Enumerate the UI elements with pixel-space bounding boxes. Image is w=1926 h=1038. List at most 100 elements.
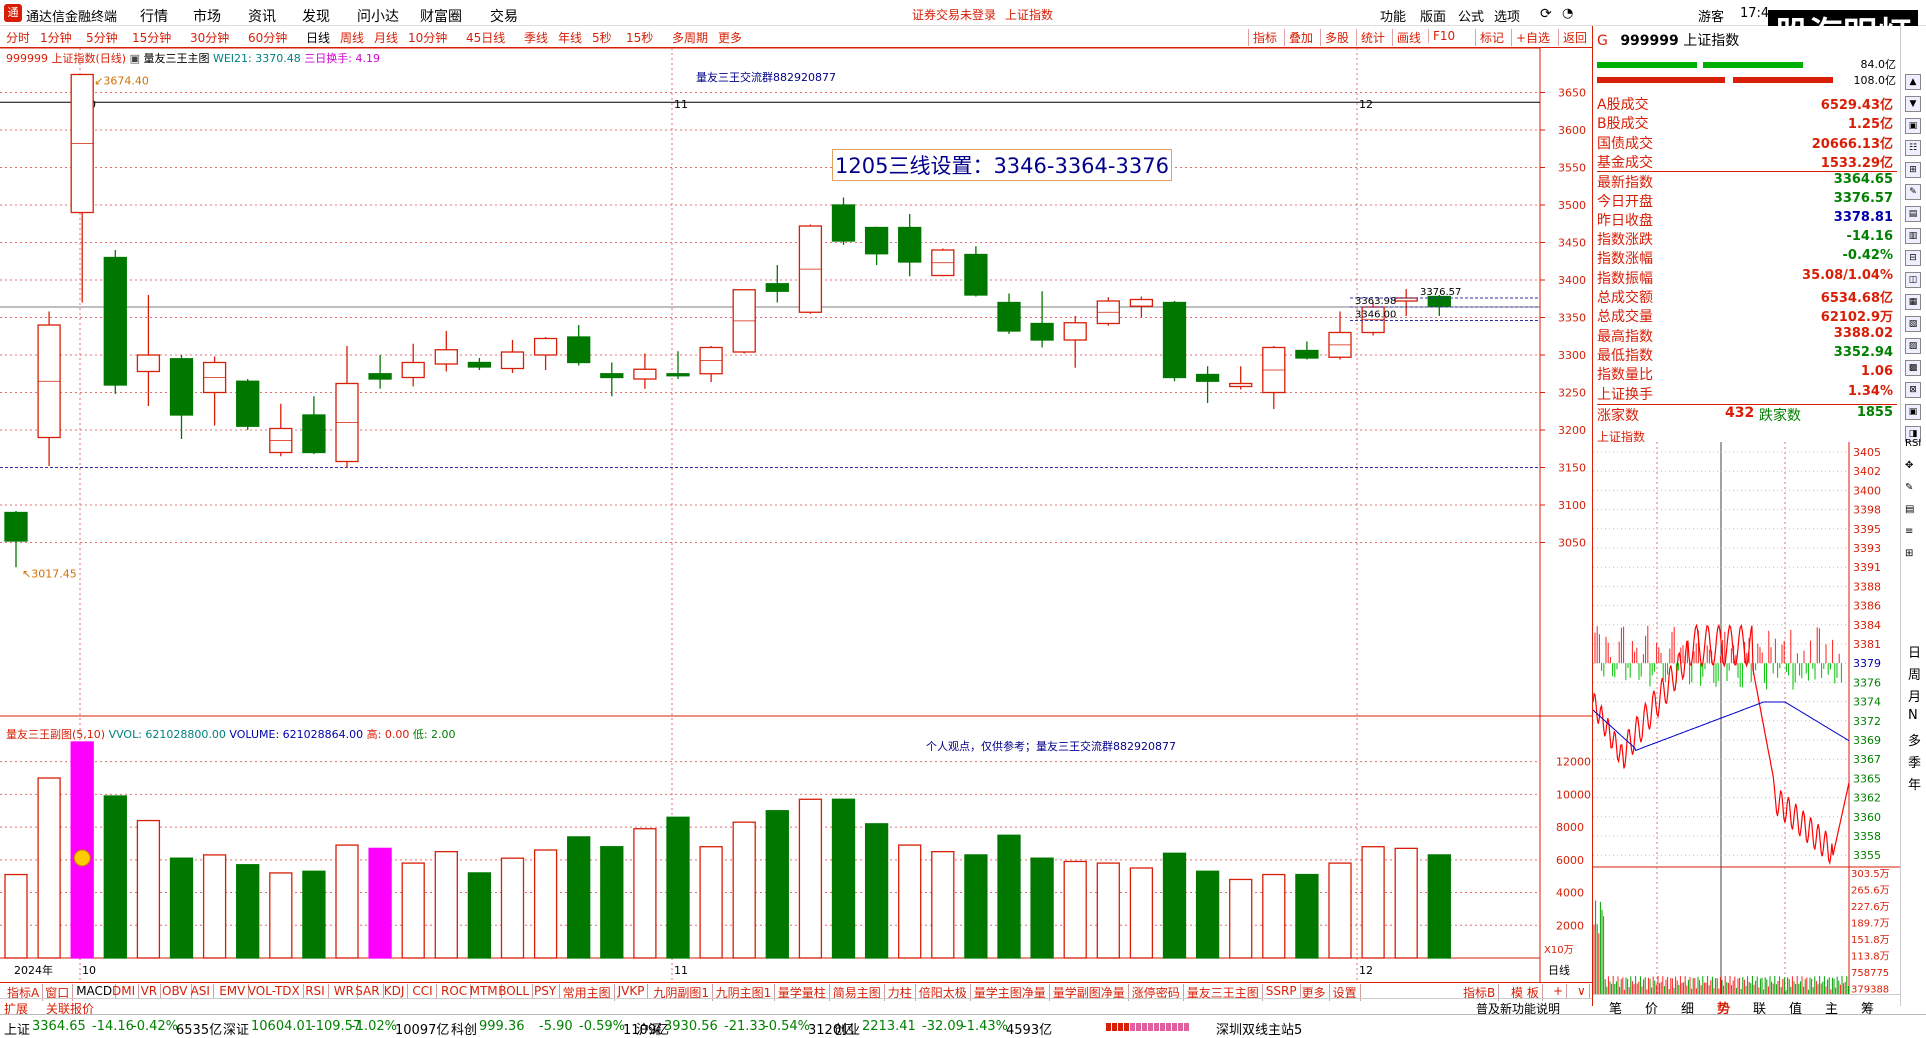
sidebar-tool-icon[interactable]: ▩ [1905, 360, 1921, 376]
tool-5[interactable]: F10 [1428, 29, 1455, 43]
sidebar-tool-icon[interactable]: ▦ [1905, 294, 1921, 310]
period-tab-4[interactable]: 30分钟 [190, 29, 229, 46]
candle-body[interactable] [1197, 375, 1219, 382]
sidebar-tool-icon[interactable]: ✎ [1905, 184, 1921, 200]
indicator-tab-11[interactable]: SAR [352, 984, 383, 998]
sidebar-period-0[interactable]: 日 [1908, 642, 1921, 661]
candle-body[interactable] [1064, 323, 1086, 340]
sidebar-period-2[interactable]: 月 [1908, 686, 1921, 705]
period-tab-6[interactable]: 日线 [306, 29, 330, 46]
sidebar-extra-icon[interactable]: RSI [1905, 438, 1921, 449]
indicator-tab-17[interactable]: PSY [531, 984, 560, 998]
indicator-tab-3[interactable]: DMI [109, 984, 139, 998]
candle-body[interactable] [435, 350, 457, 364]
candle-body[interactable] [965, 255, 987, 296]
top-menu-4[interactable]: 游客 [1698, 6, 1724, 25]
candle-body[interactable] [535, 339, 557, 356]
candle-body[interactable] [237, 381, 259, 426]
period-tab-15[interactable]: 多周期 [672, 29, 708, 46]
period-tab-10[interactable]: 45日线 [466, 29, 505, 46]
top-menu-0[interactable]: 功能 [1380, 6, 1406, 25]
indicator-dropdown-icon[interactable]: ▣ [130, 52, 140, 65]
indicator-tab-9[interactable]: RSI [302, 984, 329, 998]
indicator-tab-8[interactable]: VOL-TDX [245, 984, 304, 998]
period-tab-12[interactable]: 年线 [558, 29, 582, 46]
tool-7[interactable]: +自选 [1511, 29, 1550, 46]
period-tab-11[interactable]: 季线 [524, 29, 548, 46]
sidebar-period-1[interactable]: 周 [1908, 664, 1921, 683]
sidebar-tool-icon[interactable]: ▤ [1905, 206, 1921, 222]
sidebar-tool-icon[interactable]: ◫ [1905, 272, 1921, 288]
tool-6[interactable]: 标记 [1475, 29, 1504, 46]
chart-indicator-name[interactable]: 量友三王主图 [143, 52, 209, 65]
candle-body[interactable] [601, 374, 623, 378]
indicator-tab-6[interactable]: ASI [188, 984, 214, 998]
candle-body[interactable] [468, 363, 490, 368]
indicator-tab-30[interactable]: SSRP [1263, 984, 1301, 998]
tool-0[interactable]: 指标 [1248, 29, 1277, 46]
candle-body[interactable] [998, 303, 1020, 332]
candle-body[interactable] [1031, 324, 1053, 341]
period-tab-8[interactable]: 月线 [374, 29, 398, 46]
trade-login-status[interactable]: 证券交易未登录 [912, 6, 996, 23]
sidebar-period-5[interactable]: 季 [1908, 752, 1921, 771]
sidebar-extra-icon[interactable]: ✥ [1905, 460, 1913, 471]
sidebar-tool-icon[interactable]: ☷ [1905, 140, 1921, 156]
candle-body[interactable] [766, 284, 788, 292]
menu-6[interactable]: 交易 [490, 6, 518, 26]
top-menu-1[interactable]: 版面 [1420, 6, 1446, 25]
candle-body[interactable] [369, 374, 391, 379]
vol-indicator-name[interactable]: 量友三王副图(5,10) [6, 728, 105, 741]
sidebar-period-6[interactable]: 年 [1908, 774, 1921, 793]
candle-body[interactable] [568, 337, 590, 363]
candle-body[interactable] [1164, 303, 1186, 378]
tool-8[interactable]: 返回 [1558, 29, 1587, 46]
sidebar-tool-icon[interactable]: ⊠ [1905, 382, 1921, 398]
sidebar-tool-icon[interactable]: ▨ [1905, 338, 1921, 354]
sidebar-tool-icon[interactable]: ⊞ [1905, 162, 1921, 178]
candle-body[interactable] [303, 415, 325, 453]
sidebar-tool-icon[interactable]: ▥ [1905, 228, 1921, 244]
candle-body[interactable] [1296, 351, 1318, 359]
tool-2[interactable]: 多股 [1320, 29, 1349, 46]
period-tab-7[interactable]: 周线 [340, 29, 364, 46]
menu-1[interactable]: 市场 [193, 6, 221, 26]
candle-body[interactable] [667, 374, 689, 376]
sidebar-extra-icon[interactable]: ≡ [1905, 526, 1913, 537]
sidebar-extra-icon[interactable]: ▤ [1905, 504, 1914, 515]
period-tab-0[interactable]: 分时 [6, 29, 30, 46]
sidebar-period-4[interactable]: 多 [1908, 730, 1921, 749]
tool-1[interactable]: 叠加 [1284, 29, 1313, 46]
indicator-tab-4[interactable]: VR [138, 984, 162, 998]
indicator-tab-16[interactable]: BOLL [495, 984, 533, 998]
indicator-right-2[interactable]: + [1550, 984, 1567, 998]
candle-body[interactable] [5, 513, 27, 542]
intraday-mini-chart[interactable]: 3405 3402 3400 3398 3395 3393 3391 3388 3386 3384… [1593, 442, 1901, 994]
top-menu-3[interactable]: 选项 [1494, 6, 1520, 25]
candle-body[interactable] [866, 228, 888, 254]
sidebar-tool-icon[interactable]: ▣ [1905, 404, 1921, 420]
kline-chart-area[interactable]: 3650 3600 3550 3500 3450 3400 3350 3300 3250 3200… [0, 48, 1592, 982]
indicator-tab-19[interactable]: JVKP [615, 984, 649, 998]
candle-body[interactable] [1130, 300, 1152, 307]
period-tab-3[interactable]: 15分钟 [132, 29, 171, 46]
sidebar-extra-icon[interactable]: ✎ [1905, 482, 1913, 493]
sidebar-tool-icon[interactable]: ▣ [1905, 118, 1921, 134]
candle-body[interactable] [1230, 384, 1252, 387]
kline-chart[interactable]: 3650 3600 3550 3500 3450 3400 3350 3300 3250 3200… [0, 48, 1592, 982]
candle-body[interactable] [104, 258, 126, 386]
period-tab-13[interactable]: 5秒 [592, 29, 612, 46]
menu-0[interactable]: 行情 [140, 6, 168, 26]
period-tab-14[interactable]: 15秒 [626, 29, 653, 46]
period-tab-9[interactable]: 10分钟 [408, 29, 447, 46]
candle-body[interactable] [171, 359, 193, 415]
indicator-tab-13[interactable]: CCI [409, 984, 436, 998]
period-tab-5[interactable]: 60分钟 [248, 29, 287, 46]
sidebar-tool-icon[interactable]: ▲ [1905, 74, 1921, 90]
candle-body[interactable] [833, 205, 855, 241]
server-status[interactable]: 深圳双线主站5 [1216, 1019, 1302, 1038]
candle-body[interactable] [137, 355, 159, 372]
indicator-tab-12[interactable]: KDJ [381, 984, 409, 998]
sidebar-extra-icon[interactable]: ⊞ [1905, 548, 1913, 559]
sidebar-tool-icon[interactable]: ▧ [1905, 316, 1921, 332]
